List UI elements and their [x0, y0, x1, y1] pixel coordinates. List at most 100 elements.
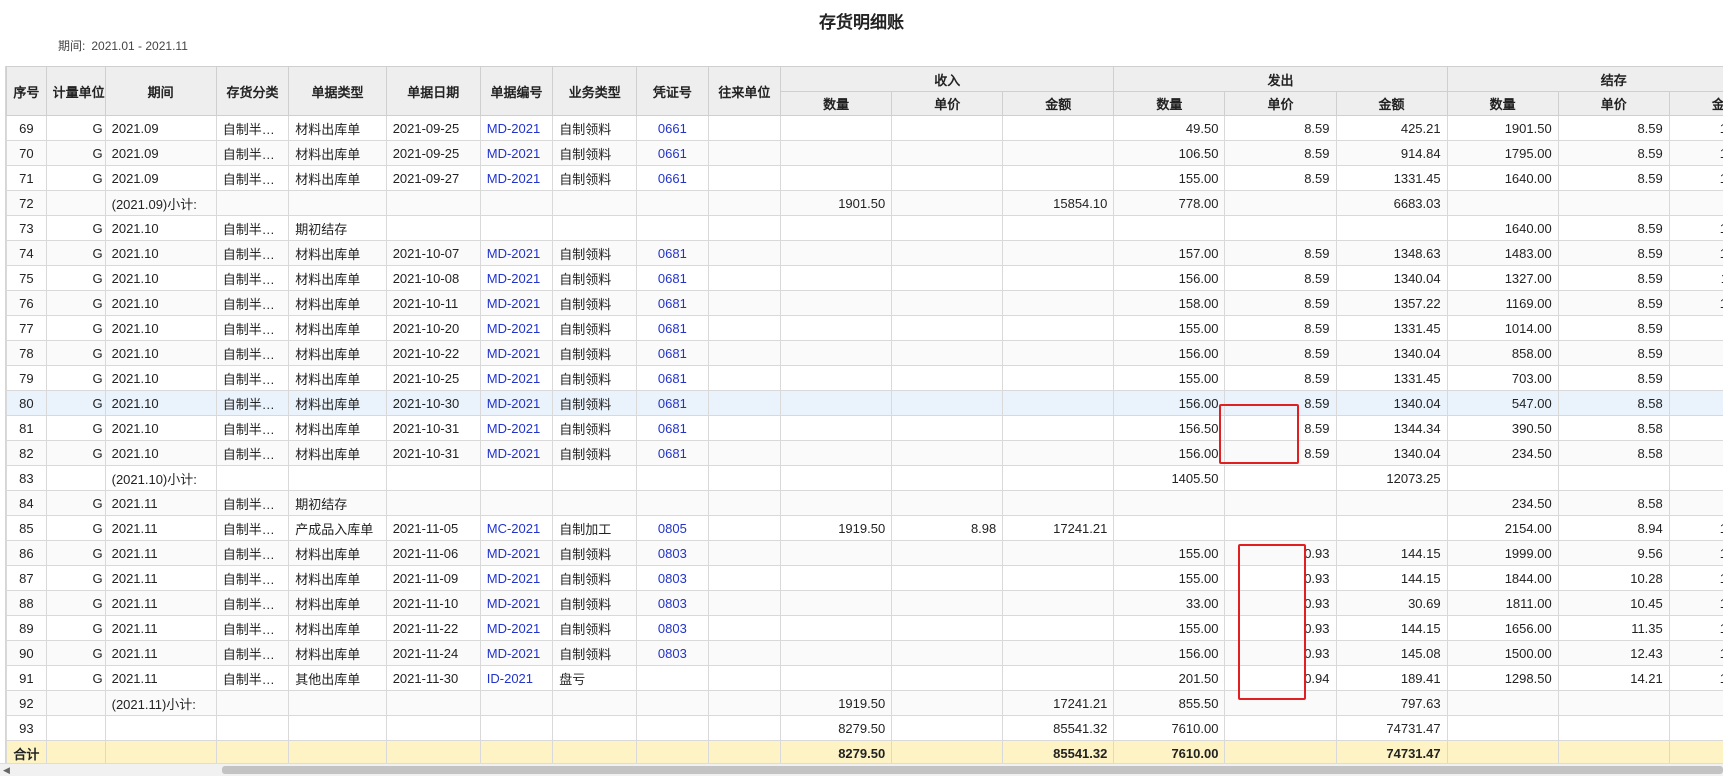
cell-doc-no[interactable]: MD-2021: [480, 416, 553, 441]
col-bal-amount[interactable]: 金额: [1669, 92, 1723, 116]
table-row[interactable]: 88G2021.11自制半成品材料出库单2021-11-10MD-2021自制领…: [7, 591, 1723, 616]
cell-doc-no[interactable]: MD-2021: [480, 166, 553, 191]
table-row[interactable]: 72(2021.09)小计:1901.5015854.10778.006683.…: [7, 191, 1723, 216]
cell-doc-no[interactable]: [480, 466, 553, 491]
table-row[interactable]: 73G2021.10自制半成品期初结存1640.008.5914084.58: [7, 216, 1723, 241]
col-doc-date[interactable]: 单据日期: [386, 67, 480, 116]
cell-doc-no[interactable]: [480, 216, 553, 241]
table-row[interactable]: 89G2021.11自制半成品材料出库单2021-11-22MD-2021自制领…: [7, 616, 1723, 641]
cell-doc-no[interactable]: MD-2021: [480, 291, 553, 316]
cell-voucher[interactable]: [637, 191, 708, 216]
cell-voucher[interactable]: [637, 716, 708, 741]
cell-doc-no[interactable]: MD-2021: [480, 541, 553, 566]
cell-voucher[interactable]: 0681: [637, 416, 708, 441]
cell-voucher[interactable]: 0681: [637, 241, 708, 266]
col-out-amount[interactable]: 金额: [1336, 92, 1447, 116]
table-row[interactable]: 71G2021.09自制半成品材料出库单2021-09-27MD-2021自制领…: [7, 166, 1723, 191]
cell-doc-no[interactable]: MD-2021: [480, 391, 553, 416]
table-row[interactable]: 87G2021.11自制半成品材料出库单2021-11-09MD-2021自制领…: [7, 566, 1723, 591]
table-row[interactable]: 75G2021.10自制半成品材料出库单2021-10-08MD-2021自制领…: [7, 266, 1723, 291]
cell-doc-no[interactable]: MC-2021: [480, 516, 553, 541]
cell-doc-no[interactable]: MD-2021: [480, 366, 553, 391]
table-row[interactable]: 86G2021.11自制半成品材料出库单2021-11-06MD-2021自制领…: [7, 541, 1723, 566]
cell-doc-no[interactable]: MD-2021: [480, 641, 553, 666]
table-row[interactable]: 76G2021.10自制半成品材料出库单2021-10-11MD-2021自制领…: [7, 291, 1723, 316]
cell-doc-no[interactable]: MD-2021: [480, 316, 553, 341]
cell-voucher[interactable]: 0681: [637, 366, 708, 391]
col-out-qty[interactable]: 数量: [1114, 92, 1225, 116]
col-category[interactable]: 存货分类: [216, 67, 289, 116]
cell-voucher[interactable]: [637, 691, 708, 716]
table-row[interactable]: 70G2021.09自制半成品材料出库单2021-09-25MD-2021自制领…: [7, 141, 1723, 166]
cell-voucher[interactable]: [637, 491, 708, 516]
table-row[interactable]: 69G2021.09自制半成品材料出库单2021-09-25MD-2021自制领…: [7, 116, 1723, 141]
cell-voucher[interactable]: [637, 466, 708, 491]
cell-voucher[interactable]: 0681: [637, 441, 708, 466]
table-row[interactable]: 82G2021.10自制半成品材料出库单2021-10-31MD-2021自制领…: [7, 441, 1723, 466]
cell-voucher[interactable]: [637, 216, 708, 241]
cell-doc-no[interactable]: [480, 716, 553, 741]
cell-doc-no[interactable]: MD-2021: [480, 341, 553, 366]
cell-voucher[interactable]: 0803: [637, 566, 708, 591]
table-row[interactable]: 938279.5085541.327610.0074731.47: [7, 716, 1723, 741]
table-row[interactable]: 80G2021.10自制半成品材料出库单2021-10-30MD-2021自制领…: [7, 391, 1723, 416]
col-in-qty[interactable]: 数量: [781, 92, 892, 116]
scrollbar-thumb[interactable]: [222, 766, 1723, 774]
cell-voucher[interactable]: 0803: [637, 541, 708, 566]
cell-voucher[interactable]: 0661: [637, 141, 708, 166]
cell-voucher[interactable]: 0803: [637, 641, 708, 666]
col-out-price[interactable]: 单价: [1225, 92, 1336, 116]
cell-doc-no[interactable]: MD-2021: [480, 566, 553, 591]
col-unit[interactable]: 计量单位: [46, 67, 105, 116]
col-doc-no[interactable]: 单据编号: [480, 67, 553, 116]
cell-voucher[interactable]: 0803: [637, 591, 708, 616]
table-row[interactable]: 90G2021.11自制半成品材料出库单2021-11-24MD-2021自制领…: [7, 641, 1723, 666]
table-row[interactable]: 92(2021.11)小计:1919.5017241.21855.50797.6…: [7, 691, 1723, 716]
cell-doc-no[interactable]: MD-2021: [480, 141, 553, 166]
cell-voucher[interactable]: 0681: [637, 266, 708, 291]
col-partner[interactable]: 往来单位: [708, 67, 781, 116]
cell-doc-no[interactable]: MD-2021: [480, 616, 553, 641]
cell-doc-no[interactable]: ID-2021: [480, 666, 553, 691]
cell-doc-no[interactable]: MD-2021: [480, 441, 553, 466]
col-voucher[interactable]: 凭证号: [637, 67, 708, 116]
cell-biz-type: 自制领料: [553, 541, 637, 566]
table-row[interactable]: 74G2021.10自制半成品材料出库单2021-10-07MD-2021自制领…: [7, 241, 1723, 266]
cell-voucher[interactable]: 0661: [637, 166, 708, 191]
horizontal-scrollbar[interactable]: ◀: [0, 763, 1723, 776]
table-row[interactable]: 91G2021.11自制半成品其他出库单2021-11-30ID-2021盘亏2…: [7, 666, 1723, 691]
table-row[interactable]: 79G2021.10自制半成品材料出库单2021-10-25MD-2021自制领…: [7, 366, 1723, 391]
cell-voucher[interactable]: 0681: [637, 316, 708, 341]
cell-doc-no[interactable]: MD-2021: [480, 591, 553, 616]
col-bal-qty[interactable]: 数量: [1447, 92, 1558, 116]
inventory-ledger-grid[interactable]: 序号 计量单位 期间 存货分类 单据类型 单据日期 单据编号 业务类型 凭证号 …: [5, 66, 1723, 763]
cell-voucher[interactable]: 0805: [637, 516, 708, 541]
cell-voucher[interactable]: [637, 666, 708, 691]
cell-doc-no[interactable]: MD-2021: [480, 116, 553, 141]
scroll-left-arrow-icon[interactable]: ◀: [3, 764, 10, 776]
col-bal-price[interactable]: 单价: [1558, 92, 1669, 116]
table-row[interactable]: 84G2021.11自制半成品期初结存234.508.582011.33: [7, 491, 1723, 516]
cell-voucher[interactable]: 0681: [637, 291, 708, 316]
cell-voucher[interactable]: 0661: [637, 116, 708, 141]
cell-doc-no[interactable]: [480, 691, 553, 716]
cell-voucher[interactable]: 0681: [637, 341, 708, 366]
col-in-price[interactable]: 单价: [892, 92, 1003, 116]
cell-doc-no[interactable]: [480, 491, 553, 516]
col-seq[interactable]: 序号: [7, 67, 47, 116]
col-doc-type[interactable]: 单据类型: [289, 67, 386, 116]
table-row[interactable]: 78G2021.10自制半成品材料出库单2021-10-22MD-2021自制领…: [7, 341, 1723, 366]
table-row[interactable]: 85G2021.11自制半成品产成品入库单2021-11-05MC-2021自制…: [7, 516, 1723, 541]
col-biz-type[interactable]: 业务类型: [553, 67, 637, 116]
col-in-amount[interactable]: 金额: [1003, 92, 1114, 116]
col-period[interactable]: 期间: [105, 67, 216, 116]
cell-doc-no[interactable]: MD-2021: [480, 266, 553, 291]
cell-doc-no[interactable]: MD-2021: [480, 241, 553, 266]
table-row[interactable]: 77G2021.10自制半成品材料出库单2021-10-20MD-2021自制领…: [7, 316, 1723, 341]
cell-voucher[interactable]: 0803: [637, 616, 708, 641]
cell-doc-no[interactable]: [480, 191, 553, 216]
total-row[interactable]: 合计 8279.50 85541.32 7610.00 74731.47: [7, 741, 1723, 764]
table-row[interactable]: 83(2021.10)小计:1405.5012073.25: [7, 466, 1723, 491]
table-row[interactable]: 81G2021.10自制半成品材料出库单2021-10-31MD-2021自制领…: [7, 416, 1723, 441]
cell-voucher[interactable]: 0681: [637, 391, 708, 416]
